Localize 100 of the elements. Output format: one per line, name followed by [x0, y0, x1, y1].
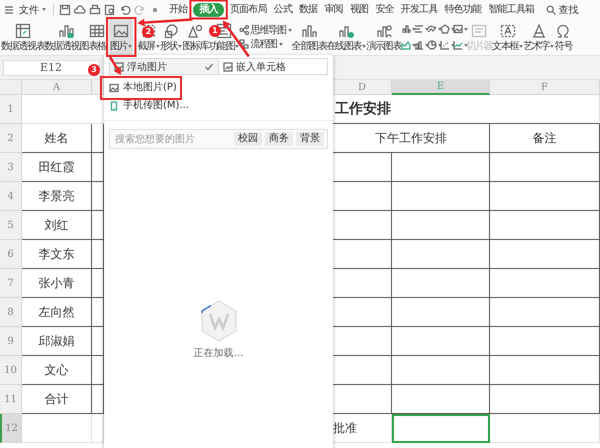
check-icon — [204, 62, 214, 72]
undo-icon[interactable] — [119, 4, 131, 16]
table-cell: 李景亮 — [22, 182, 92, 211]
ribbon-button[interactable]: 演示图表 — [366, 19, 402, 55]
chart-type-button[interactable] — [453, 22, 466, 36]
icon-library-icon — [186, 22, 204, 40]
caret-icon — [42, 8, 46, 11]
caret-icon — [362, 45, 366, 48]
horizontal-bar-icon — [414, 24, 424, 34]
picture-icon — [112, 22, 130, 40]
tag-button[interactable]: 背景 — [296, 132, 324, 146]
search-button[interactable]: 查找 — [546, 2, 578, 16]
loading-logo-icon — [198, 299, 238, 343]
ribbon-button[interactable]: 表格 — [88, 19, 106, 55]
menu-option[interactable]: 嵌入单元格 — [219, 59, 327, 74]
file-menu[interactable]: 文件 — [17, 2, 48, 16]
bar-chart-icon — [401, 24, 412, 34]
column-chart-icon — [414, 40, 424, 50]
pie-chart-icon — [427, 40, 438, 50]
ribbon-button[interactable]: 艺术字 — [523, 19, 554, 55]
ribbon-button[interactable]: 图片 — [109, 19, 134, 55]
menu-tab[interactable]: 开发工具 — [400, 2, 438, 16]
chart-type-button[interactable] — [440, 38, 454, 52]
phone-icon — [109, 101, 119, 111]
table-cell: 姓名 — [22, 124, 92, 153]
text-box-icon — [498, 22, 517, 40]
caret-icon — [438, 44, 442, 46]
caret-icon — [178, 45, 182, 48]
menu-item[interactable]: 手机传图(M)... — [104, 97, 333, 115]
cloud-icon[interactable] — [74, 4, 86, 16]
pointer-arrow — [109, 56, 121, 75]
stock-chart-icon — [453, 40, 464, 50]
ribbon-button[interactable]: 数据透视表 — [1, 19, 45, 55]
menu-tab[interactable]: 开始 — [168, 2, 188, 16]
table-cell — [22, 414, 92, 443]
ribbon-button[interactable]: 图标库 — [182, 19, 208, 55]
menu-tab[interactable]: 安全 — [374, 2, 395, 16]
caret-icon — [519, 45, 524, 48]
picture-frame-icon — [223, 62, 233, 72]
caret-icon — [425, 28, 430, 30]
diagram-icon — [214, 22, 233, 40]
caret-icon — [278, 42, 283, 46]
highlight-frame — [106, 17, 136, 57]
table-cell: 邱淑娟 — [22, 327, 92, 356]
caret-icon — [425, 44, 430, 46]
search-field[interactable]: 搜索您想要的图片 校园 商务 背景 — [109, 129, 328, 149]
ribbon-button[interactable]: 符号 — [554, 19, 572, 55]
picture-icon — [453, 24, 464, 34]
table-cell: 张小青 — [22, 269, 92, 298]
pentagon-icon — [440, 24, 450, 34]
caret-icon — [464, 28, 468, 30]
menu-tab[interactable]: 特色功能 — [443, 2, 482, 16]
mind-map-icon — [239, 25, 250, 35]
menu-tab[interactable]: 视图 — [348, 2, 370, 16]
highlight-frame — [189, 0, 228, 20]
print-preview-icon[interactable] — [104, 4, 116, 16]
caret-icon — [438, 28, 442, 30]
shapes-icon — [162, 22, 180, 40]
menu-tab[interactable]: 智能工具箱 — [487, 2, 536, 16]
menu-tab[interactable]: 数据 — [298, 2, 318, 16]
slicer-icon — [470, 22, 488, 40]
caret-icon — [550, 45, 554, 48]
menu-item[interactable]: 本地图片(P) — [104, 79, 333, 97]
tag-button[interactable]: 校园 — [234, 132, 262, 146]
menu-tab[interactable]: 公式 — [272, 2, 294, 16]
ribbon-button[interactable]: 数据透视图 — [44, 19, 88, 55]
caret-icon — [464, 44, 468, 46]
table-cell: 备注 — [490, 124, 600, 153]
search-icon — [546, 4, 556, 14]
caret-icon — [288, 28, 292, 32]
table-cell: 田红霞 — [22, 153, 92, 182]
caret-icon — [451, 44, 456, 46]
chart-type-button[interactable] — [427, 38, 440, 52]
caret-icon — [412, 28, 416, 30]
caret-icon — [156, 45, 160, 48]
ribbon-button[interactable]: 在线图表 — [326, 19, 366, 55]
caret-icon — [128, 45, 132, 48]
area-chart-icon — [401, 40, 412, 50]
chart-type-button[interactable] — [453, 38, 466, 52]
print-icon[interactable] — [89, 4, 101, 16]
table-cell: 文心 — [22, 356, 92, 385]
menu-tab[interactable]: 页面布局 — [228, 2, 268, 16]
menu-tab[interactable]: 审阅 — [323, 2, 344, 16]
ribbon-button[interactable]: 全部图表 — [292, 19, 326, 55]
selected-cell[interactable] — [392, 414, 490, 443]
caret-icon — [451, 28, 456, 30]
pivot-table-icon — [14, 22, 32, 40]
menu-option[interactable]: 浮动图片 — [110, 59, 219, 74]
loading-text: 正在加载... — [194, 346, 244, 360]
chart-type-button[interactable] — [440, 22, 454, 36]
table-cell: 工作安排 — [333, 95, 600, 124]
menu-icon — [4, 4, 14, 14]
pointer-arrow — [137, 18, 192, 26]
ribbon-button[interactable]: 文本框 — [492, 19, 524, 55]
ribbon-button[interactable]: 思维导图 — [239, 24, 292, 36]
tag-button[interactable]: 商务 — [265, 132, 293, 146]
save-icon[interactable] — [59, 4, 71, 16]
table-cell: 左向然 — [22, 298, 92, 327]
caret-icon — [412, 44, 416, 46]
picture-icon — [109, 83, 119, 93]
